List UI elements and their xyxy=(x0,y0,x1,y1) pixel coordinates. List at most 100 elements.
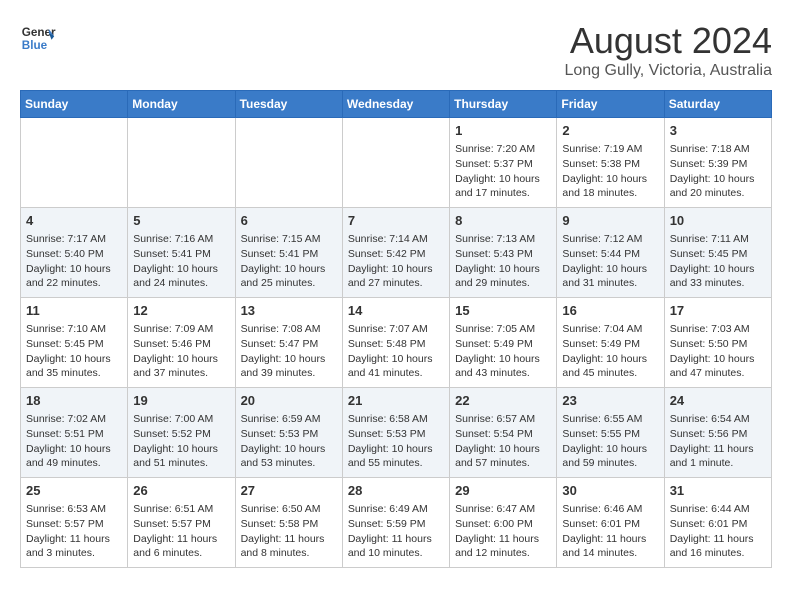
calendar-cell: 19 Sunrise: 7:00 AM Sunset: 5:52 PM Dayli… xyxy=(128,388,235,478)
day-info: Sunrise: 7:14 AM Sunset: 5:42 PM Dayligh… xyxy=(348,232,444,291)
day-number: 17 xyxy=(670,302,766,320)
calendar-cell: 17 Sunrise: 7:03 AM Sunset: 5:50 PM Dayli… xyxy=(664,298,771,388)
calendar-cell: 8 Sunrise: 7:13 AM Sunset: 5:43 PM Daylig… xyxy=(450,208,557,298)
day-number: 30 xyxy=(562,482,658,500)
logo-icon: General Blue xyxy=(20,20,56,56)
calendar-cell: 5 Sunrise: 7:16 AM Sunset: 5:41 PM Daylig… xyxy=(128,208,235,298)
weekday-header-wednesday: Wednesday xyxy=(342,91,449,118)
calendar-cell: 12 Sunrise: 7:09 AM Sunset: 5:46 PM Dayli… xyxy=(128,298,235,388)
day-info: Sunrise: 7:15 AM Sunset: 5:41 PM Dayligh… xyxy=(241,232,337,291)
calendar-cell: 25 Sunrise: 6:53 AM Sunset: 5:57 PM Dayli… xyxy=(21,478,128,568)
day-number: 6 xyxy=(241,212,337,230)
day-number: 11 xyxy=(26,302,122,320)
weekday-header-tuesday: Tuesday xyxy=(235,91,342,118)
day-info: Sunrise: 6:47 AM Sunset: 6:00 PM Dayligh… xyxy=(455,502,551,561)
day-number: 3 xyxy=(670,122,766,140)
month-title: August 2024 xyxy=(564,20,772,62)
weekday-header-row: SundayMondayTuesdayWednesdayThursdayFrid… xyxy=(21,91,772,118)
day-info: Sunrise: 7:13 AM Sunset: 5:43 PM Dayligh… xyxy=(455,232,551,291)
day-info: Sunrise: 6:58 AM Sunset: 5:53 PM Dayligh… xyxy=(348,412,444,471)
day-number: 22 xyxy=(455,392,551,410)
day-number: 8 xyxy=(455,212,551,230)
weekday-header-friday: Friday xyxy=(557,91,664,118)
calendar-cell: 15 Sunrise: 7:05 AM Sunset: 5:49 PM Dayli… xyxy=(450,298,557,388)
day-info: Sunrise: 7:04 AM Sunset: 5:49 PM Dayligh… xyxy=(562,322,658,381)
day-info: Sunrise: 7:08 AM Sunset: 5:47 PM Dayligh… xyxy=(241,322,337,381)
day-number: 23 xyxy=(562,392,658,410)
calendar-cell: 31 Sunrise: 6:44 AM Sunset: 6:01 PM Dayli… xyxy=(664,478,771,568)
calendar-cell: 13 Sunrise: 7:08 AM Sunset: 5:47 PM Dayli… xyxy=(235,298,342,388)
day-number: 24 xyxy=(670,392,766,410)
day-number: 12 xyxy=(133,302,229,320)
day-number: 29 xyxy=(455,482,551,500)
calendar-cell: 21Sunrise: 6:58 AM Sunset: 5:53 PM Dayli… xyxy=(342,388,449,478)
calendar-cell xyxy=(235,118,342,208)
day-info: Sunrise: 7:05 AM Sunset: 5:49 PM Dayligh… xyxy=(455,322,551,381)
day-info: Sunrise: 7:17 AM Sunset: 5:40 PM Dayligh… xyxy=(26,232,122,291)
weekday-header-monday: Monday xyxy=(128,91,235,118)
day-number: 7 xyxy=(348,212,444,230)
calendar-cell: 24 Sunrise: 6:54 AM Sunset: 5:56 PM Dayli… xyxy=(664,388,771,478)
day-number: 25 xyxy=(26,482,122,500)
day-number: 5 xyxy=(133,212,229,230)
day-info: Sunrise: 6:46 AM Sunset: 6:01 PM Dayligh… xyxy=(562,502,658,561)
calendar-cell: 14Sunrise: 7:07 AM Sunset: 5:48 PM Dayli… xyxy=(342,298,449,388)
day-info: Sunrise: 7:16 AM Sunset: 5:41 PM Dayligh… xyxy=(133,232,229,291)
day-number: 19 xyxy=(133,392,229,410)
calendar-cell xyxy=(342,118,449,208)
calendar-cell: 6 Sunrise: 7:15 AM Sunset: 5:41 PM Daylig… xyxy=(235,208,342,298)
day-number: 18 xyxy=(26,392,122,410)
day-info: Sunrise: 6:44 AM Sunset: 6:01 PM Dayligh… xyxy=(670,502,766,561)
title-block: August 2024 Long Gully, Victoria, Austra… xyxy=(564,20,772,80)
calendar-cell xyxy=(21,118,128,208)
day-info: Sunrise: 6:57 AM Sunset: 5:54 PM Dayligh… xyxy=(455,412,551,471)
day-info: Sunrise: 7:19 AM Sunset: 5:38 PM Dayligh… xyxy=(562,142,658,201)
calendar-cell: 28 Sunrise: 6:49 AM Sunset: 5:59 PM Dayli… xyxy=(342,478,449,568)
calendar-table: SundayMondayTuesdayWednesdayThursdayFrid… xyxy=(20,90,772,568)
calendar-cell: 27Sunrise: 6:50 AM Sunset: 5:58 PM Dayli… xyxy=(235,478,342,568)
day-number: 16 xyxy=(562,302,658,320)
day-info: Sunrise: 6:53 AM Sunset: 5:57 PM Dayligh… xyxy=(26,502,122,561)
day-number: 20 xyxy=(241,392,337,410)
day-info: Sunrise: 6:49 AM Sunset: 5:59 PM Dayligh… xyxy=(348,502,444,561)
svg-text:Blue: Blue xyxy=(22,39,48,52)
day-info: Sunrise: 6:54 AM Sunset: 5:56 PM Dayligh… xyxy=(670,412,766,471)
calendar-cell: 11 Sunrise: 7:10 AM Sunset: 5:45 PM Dayli… xyxy=(21,298,128,388)
calendar-cell: 4 Sunrise: 7:17 AM Sunset: 5:40 PM Daylig… xyxy=(21,208,128,298)
day-number: 1 xyxy=(455,122,551,140)
day-number: 15 xyxy=(455,302,551,320)
day-info: Sunrise: 7:02 AM Sunset: 5:51 PM Dayligh… xyxy=(26,412,122,471)
day-info: Sunrise: 7:20 AM Sunset: 5:37 PM Dayligh… xyxy=(455,142,551,201)
day-number: 31 xyxy=(670,482,766,500)
weekday-header-sunday: Sunday xyxy=(21,91,128,118)
day-info: Sunrise: 7:00 AM Sunset: 5:52 PM Dayligh… xyxy=(133,412,229,471)
day-number: 4 xyxy=(26,212,122,230)
calendar-cell: 22 Sunrise: 6:57 AM Sunset: 5:54 PM Dayli… xyxy=(450,388,557,478)
day-number: 26 xyxy=(133,482,229,500)
day-info: Sunrise: 7:10 AM Sunset: 5:45 PM Dayligh… xyxy=(26,322,122,381)
day-info: Sunrise: 7:18 AM Sunset: 5:39 PM Dayligh… xyxy=(670,142,766,201)
day-number: 28 xyxy=(348,482,444,500)
week-row-5: 25 Sunrise: 6:53 AM Sunset: 5:57 PM Dayli… xyxy=(21,478,772,568)
calendar-cell: 10Sunrise: 7:11 AM Sunset: 5:45 PM Dayli… xyxy=(664,208,771,298)
calendar-cell: 9Sunrise: 7:12 AM Sunset: 5:44 PM Daylig… xyxy=(557,208,664,298)
day-info: Sunrise: 7:09 AM Sunset: 5:46 PM Dayligh… xyxy=(133,322,229,381)
calendar-cell: 3 Sunrise: 7:18 AM Sunset: 5:39 PM Daylig… xyxy=(664,118,771,208)
calendar-cell xyxy=(128,118,235,208)
day-info: Sunrise: 7:03 AM Sunset: 5:50 PM Dayligh… xyxy=(670,322,766,381)
day-info: Sunrise: 6:59 AM Sunset: 5:53 PM Dayligh… xyxy=(241,412,337,471)
week-row-3: 11 Sunrise: 7:10 AM Sunset: 5:45 PM Dayli… xyxy=(21,298,772,388)
calendar-cell: 7 Sunrise: 7:14 AM Sunset: 5:42 PM Daylig… xyxy=(342,208,449,298)
day-number: 14 xyxy=(348,302,444,320)
calendar-cell: 26Sunrise: 6:51 AM Sunset: 5:57 PM Dayli… xyxy=(128,478,235,568)
weekday-header-thursday: Thursday xyxy=(450,91,557,118)
week-row-2: 4 Sunrise: 7:17 AM Sunset: 5:40 PM Daylig… xyxy=(21,208,772,298)
day-info: Sunrise: 7:12 AM Sunset: 5:44 PM Dayligh… xyxy=(562,232,658,291)
calendar-cell: 30 Sunrise: 6:46 AM Sunset: 6:01 PM Dayli… xyxy=(557,478,664,568)
day-info: Sunrise: 6:55 AM Sunset: 5:55 PM Dayligh… xyxy=(562,412,658,471)
location-title: Long Gully, Victoria, Australia xyxy=(564,62,772,80)
page-header: General Blue August 2024 Long Gully, Vic… xyxy=(20,20,772,80)
calendar-cell: 23 Sunrise: 6:55 AM Sunset: 5:55 PM Dayli… xyxy=(557,388,664,478)
weekday-header-saturday: Saturday xyxy=(664,91,771,118)
day-number: 13 xyxy=(241,302,337,320)
